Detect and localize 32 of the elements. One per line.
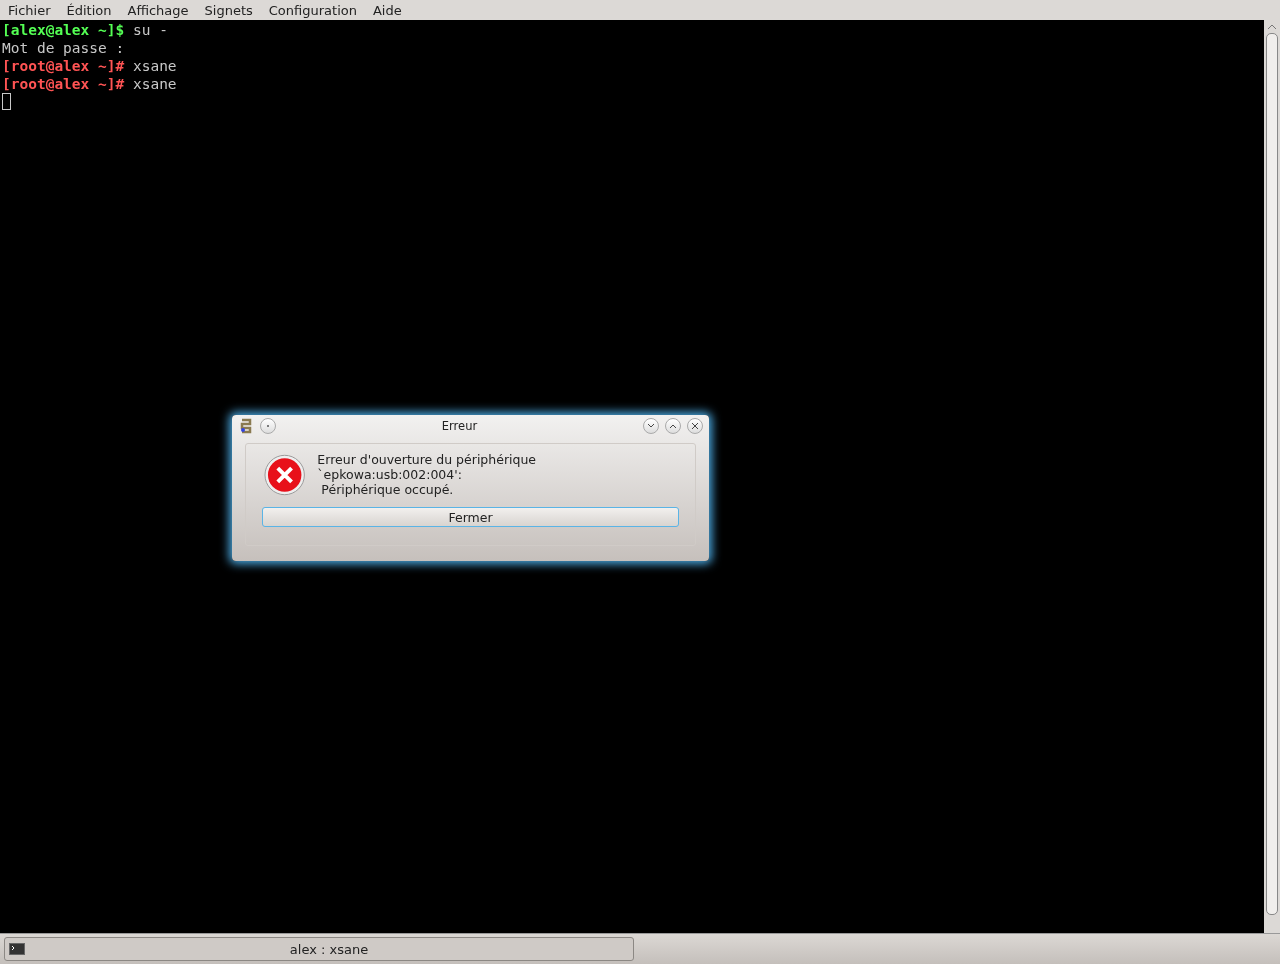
close-button[interactable] <box>687 418 703 434</box>
minimize-button[interactable] <box>643 418 659 434</box>
error-detail: Périphérique occupé. <box>320 482 455 497</box>
error-icon <box>264 453 306 496</box>
menu-item[interactable]: Signets <box>204 2 253 18</box>
menu-item[interactable]: Édition <box>66 2 112 18</box>
app-icon <box>238 418 254 434</box>
shell-prompt: [root@alex ~]# <box>2 57 125 75</box>
window-title: Erreur <box>440 419 479 433</box>
text-cursor <box>2 93 11 110</box>
close-icon <box>691 422 699 430</box>
menu-item[interactable]: Configuration <box>268 2 357 18</box>
menu-item[interactable]: Affichage <box>127 2 189 18</box>
scroll-up-icon[interactable] <box>1267 23 1277 31</box>
menu-item[interactable]: Aide <box>372 2 402 18</box>
terminal-text: xsane <box>131 75 177 93</box>
close-dialog-button[interactable]: Fermer <box>262 507 679 527</box>
terminal-icon <box>9 943 25 955</box>
menu-item[interactable]: Fichier <box>8 2 51 18</box>
terminal-text: xsane <box>131 57 177 75</box>
shell-prompt: [alex@alex ~]$ <box>2 21 125 39</box>
chevron-up-icon <box>669 423 677 429</box>
error-message: Erreur d'ouverture du périphérique `epkowa:usb:002:004': <box>317 452 538 482</box>
maximize-button[interactable] <box>665 418 681 434</box>
pin-button[interactable] <box>260 418 276 434</box>
shell-prompt: [root@alex ~]# <box>2 75 125 93</box>
terminal-text: Mot de passe : <box>2 39 125 57</box>
chevron-down-icon <box>647 423 655 429</box>
taskbar-task[interactable]: alex : xsane <box>4 937 634 961</box>
scrollbar[interactable] <box>1264 20 1280 933</box>
terminal-text: su - <box>131 21 168 39</box>
scroll-thumb[interactable] <box>1266 33 1278 915</box>
